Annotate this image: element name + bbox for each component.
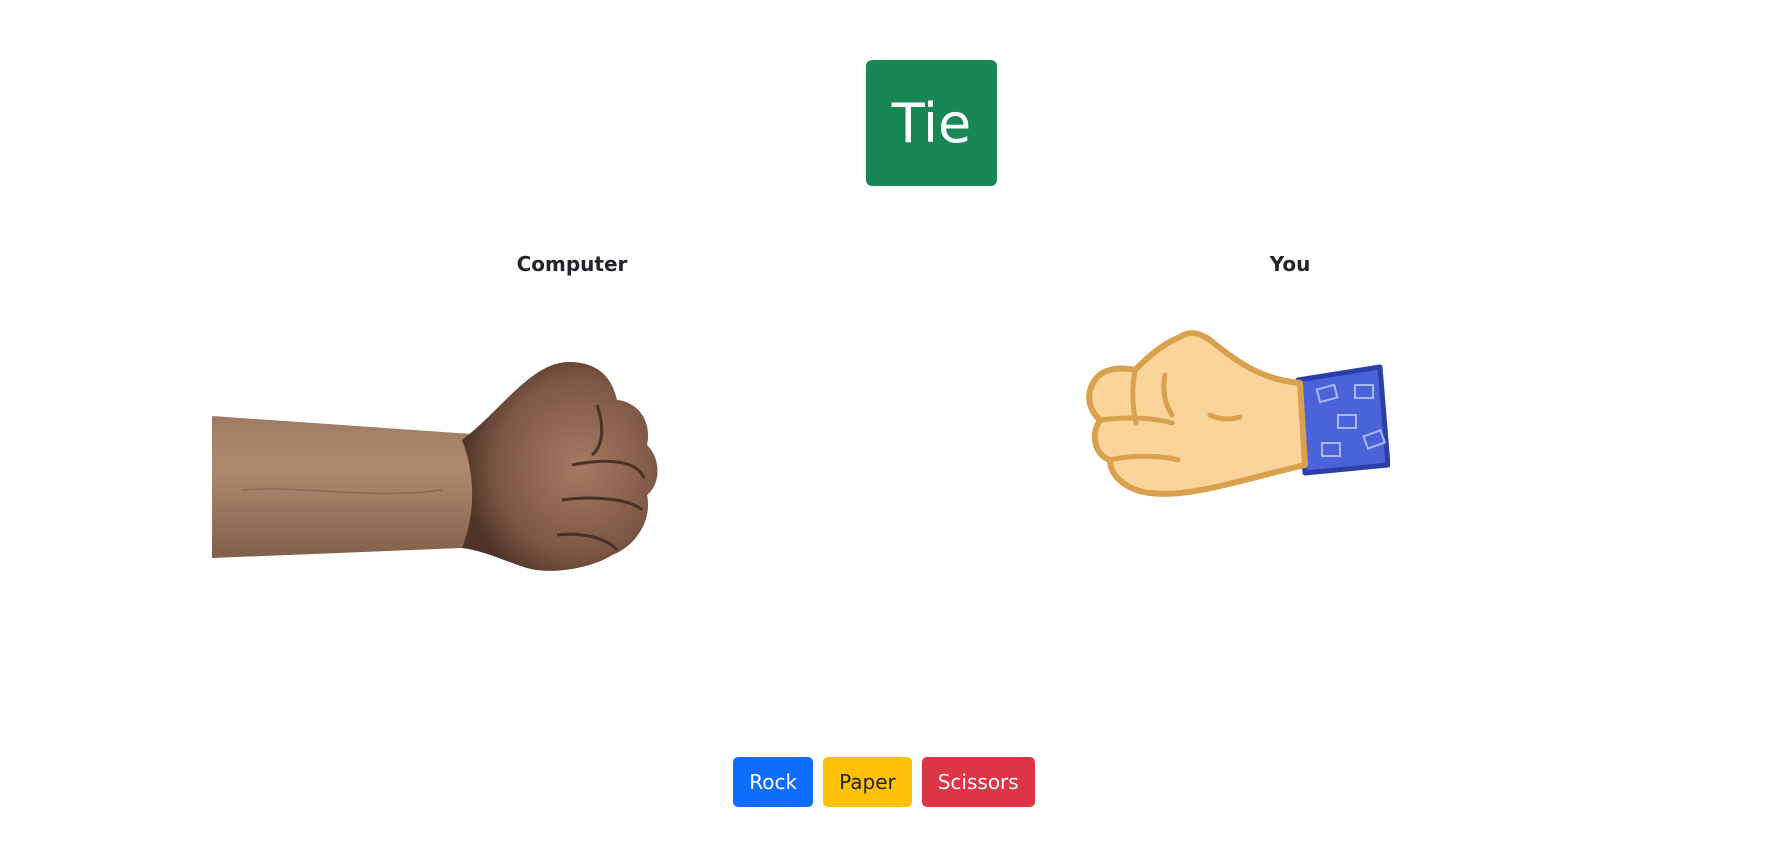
- you-rock-hand-icon: [1086, 330, 1390, 497]
- paper-button[interactable]: Paper: [823, 757, 912, 807]
- choice-buttons: Rock Paper Scissors: [0, 757, 1768, 807]
- scissors-button[interactable]: Scissors: [921, 757, 1035, 807]
- rock-button[interactable]: Rock: [733, 757, 814, 807]
- result-text: Tie: [891, 91, 972, 155]
- you-label: You: [1269, 252, 1311, 276]
- result-badge: Tie: [866, 60, 997, 186]
- game-page: Tie Computer You Rock Paper Scissors: [0, 0, 1768, 863]
- computer-rock-hand-icon: [212, 361, 658, 571]
- computer-label: Computer: [516, 252, 628, 276]
